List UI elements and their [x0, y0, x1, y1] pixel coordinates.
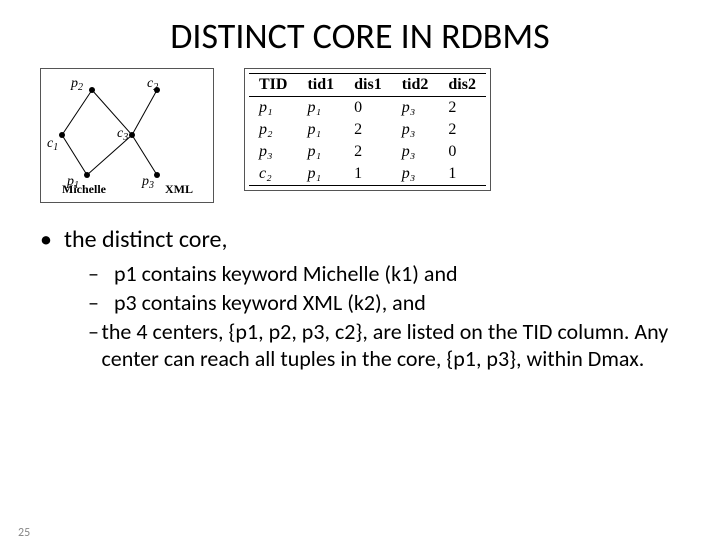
svg-text:XML: XML	[165, 182, 193, 195]
graph-diagram: p2 c2 c1 c3 p1 p3 Michelle XML	[40, 68, 214, 203]
svg-text:p3: p3	[141, 174, 154, 191]
svg-text:Michelle: Michelle	[62, 182, 107, 195]
col-tid2: tid2	[392, 74, 439, 97]
sub-bullet-text: p3 contains keyword XML (k2), and	[114, 289, 426, 316]
sub-bullet-item: – the 4 centers, {p1, p2, p3, c2}, are l…	[88, 318, 680, 372]
table-row: p₂ p₁ 2 p₃ 2	[249, 119, 486, 141]
table-row: p₃ p₁ 2 p₃ 0	[249, 141, 486, 163]
slide-title: DISTINCT CORE IN RDBMS	[0, 14, 720, 58]
body-text: • the distinct core, – p1 contains keywo…	[40, 225, 680, 372]
figure-row: p2 c2 c1 c3 p1 p3 Michelle XML TID tid1 …	[40, 68, 720, 203]
sub-bullet-text: p1 contains keyword Michelle (k1) and	[114, 260, 458, 287]
sub-bullet-item: – p1 contains keyword Michelle (k1) and	[88, 260, 680, 287]
bullet-text: the distinct core,	[64, 225, 227, 254]
svg-text:p2: p2	[70, 76, 83, 93]
dash-icon: –	[88, 289, 114, 316]
col-dis1: dis1	[344, 74, 392, 97]
distance-table: TID tid1 dis1 tid2 dis2 p₁ p₁ 0 p₃ 2 p₂	[244, 68, 491, 191]
table-row: p₁ p₁ 0 p₃ 2	[249, 97, 486, 120]
bullet-item: • the distinct core,	[40, 225, 680, 254]
bullet-dot-icon: •	[40, 225, 64, 254]
svg-text:c2: c2	[147, 76, 158, 93]
sub-bullet-text: the 4 centers, {p1, p2, p3, c2}, are lis…	[102, 318, 681, 372]
col-tid1: tid1	[297, 74, 344, 97]
table-header-row: TID tid1 dis1 tid2 dis2	[249, 74, 486, 97]
table-row: c₂ p₁ 1 p₃ 1	[249, 163, 486, 186]
dash-icon: –	[88, 318, 102, 372]
svg-text:c1: c1	[47, 136, 58, 153]
dash-icon: –	[88, 260, 114, 287]
page-number: 25	[18, 526, 30, 540]
col-dis2: dis2	[438, 74, 486, 97]
col-tid: TID	[249, 74, 297, 97]
sub-bullet-item: – p3 contains keyword XML (k2), and	[88, 289, 680, 316]
graph-svg: p2 c2 c1 c3 p1 p3 Michelle XML	[47, 75, 207, 195]
